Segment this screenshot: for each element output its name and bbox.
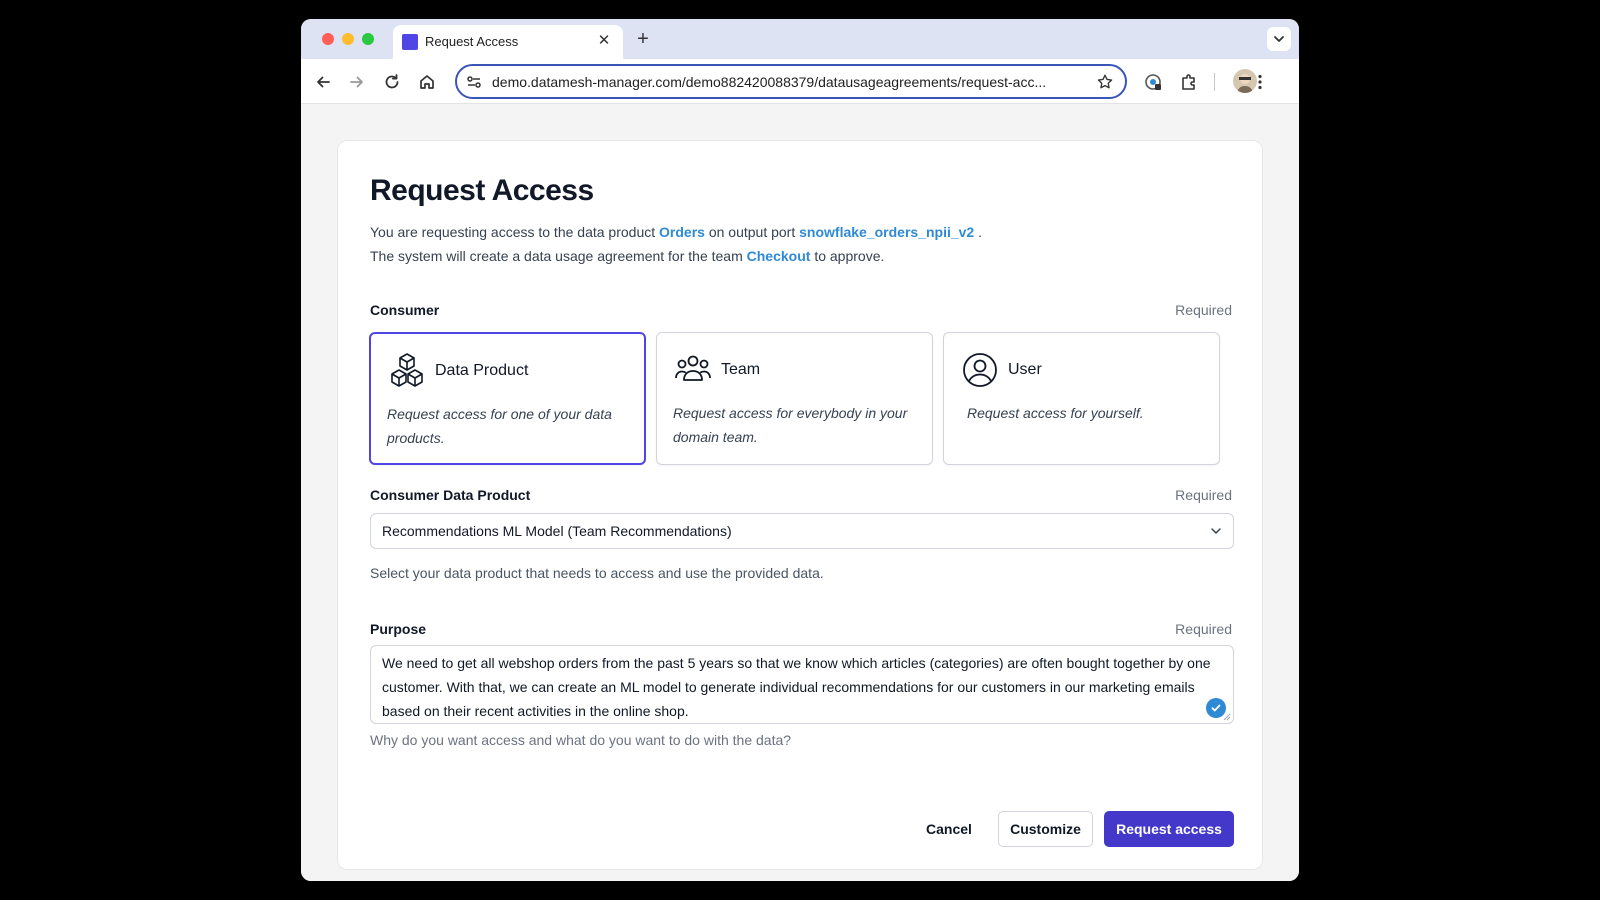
url-text[interactable]: demo.datamesh-manager.com/demo8824200883… [492, 74, 1082, 90]
chevron-down-icon [1274, 36, 1284, 42]
consumer-data-product-label: Consumer Data Product [370, 487, 531, 503]
new-tab-icon[interactable]: + [631, 27, 655, 51]
tab-request-access[interactable]: Request Access ✕ [393, 25, 623, 59]
consumer-option-team[interactable]: Team Request access for everybody in you… [656, 332, 933, 465]
intro-line-2: The system will create a data usage agre… [370, 248, 884, 264]
extension-shield-icon[interactable] [1140, 69, 1166, 95]
user-circle-icon [960, 350, 1000, 390]
intro-line-1: You are requesting access to the data pr… [370, 224, 982, 240]
intro-text: . [978, 224, 982, 240]
purpose-help: Why do you want access and what do you w… [370, 732, 792, 748]
resize-handle-icon[interactable] [1223, 713, 1231, 721]
toolbar-divider [1214, 73, 1215, 91]
tab-title: Request Access [425, 34, 519, 49]
request-access-button[interactable]: Request access [1104, 811, 1234, 847]
user-group-icon [673, 350, 713, 390]
intro-text: to approve. [814, 248, 885, 264]
request-access-card: Request Access You are requesting access… [337, 140, 1263, 870]
consumer-data-product-select[interactable]: Recommendations ML Model (Team Recommend… [370, 513, 1234, 549]
extensions-puzzle-icon[interactable] [1176, 69, 1202, 95]
browser-window: Request Access ✕ + demo.datamesh-manager… [301, 19, 1299, 881]
zoom-window-button[interactable] [362, 33, 374, 45]
output-port-link[interactable]: snowflake_orders_npii_v2 [799, 224, 974, 240]
team-link[interactable]: Checkout [747, 248, 811, 264]
consumer-data-product-required: Required [1175, 487, 1232, 503]
intro-text: on output port [708, 224, 796, 240]
page-title: Request Access [370, 174, 594, 207]
address-bar[interactable]: demo.datamesh-manager.com/demo8824200883… [455, 64, 1127, 99]
forward-icon[interactable] [344, 69, 370, 95]
option-title: Data Product [435, 362, 529, 379]
reload-icon[interactable] [379, 69, 405, 95]
close-window-button[interactable] [322, 33, 334, 45]
home-icon[interactable] [414, 69, 440, 95]
consumer-option-data-product[interactable]: Data Product Request access for one of y… [369, 332, 646, 465]
bookmark-star-icon[interactable] [1095, 72, 1115, 92]
tab-strip: Request Access ✕ + [301, 19, 1299, 59]
minimize-window-button[interactable] [342, 33, 354, 45]
option-description: Request access for yourself. [967, 405, 1144, 421]
data-product-link[interactable]: Orders [659, 224, 705, 240]
option-title: User [1008, 361, 1042, 378]
option-description: Request access for one of your data prod… [387, 406, 612, 446]
purpose-required: Required [1175, 621, 1232, 637]
purpose-label: Purpose [370, 621, 427, 637]
consumer-option-user[interactable]: User Request access for yourself. [943, 332, 1220, 465]
customize-button[interactable]: Customize [998, 811, 1093, 847]
select-value: Recommendations ML Model (Team Recommend… [382, 523, 732, 539]
tab-close-icon[interactable]: ✕ [593, 30, 615, 52]
cancel-button[interactable]: Cancel [926, 821, 972, 837]
purpose-text[interactable]: We need to get all webshop orders from t… [382, 651, 1222, 723]
more-menu-icon[interactable] [1247, 69, 1273, 95]
chevron-down-icon [1211, 528, 1221, 534]
cubes-icon [387, 351, 427, 391]
option-description: Request access for everybody in your dom… [673, 405, 908, 445]
tab-search-button[interactable] [1267, 27, 1291, 51]
intro-text: You are requesting access to the data pr… [370, 224, 656, 240]
page-content: Request Access You are requesting access… [301, 104, 1299, 881]
back-icon[interactable] [310, 69, 336, 95]
consumer-required: Required [1175, 302, 1232, 318]
favicon-icon [402, 34, 418, 50]
purpose-textarea[interactable]: We need to get all webshop orders from t… [370, 645, 1234, 724]
site-settings-icon[interactable] [465, 73, 483, 91]
consumer-data-product-help: Select your data product that needs to a… [370, 565, 824, 581]
browser-toolbar: demo.datamesh-manager.com/demo8824200883… [301, 59, 1299, 104]
intro-text: The system will create a data usage agre… [370, 248, 743, 264]
option-title: Team [721, 361, 761, 378]
consumer-label: Consumer [370, 302, 440, 318]
